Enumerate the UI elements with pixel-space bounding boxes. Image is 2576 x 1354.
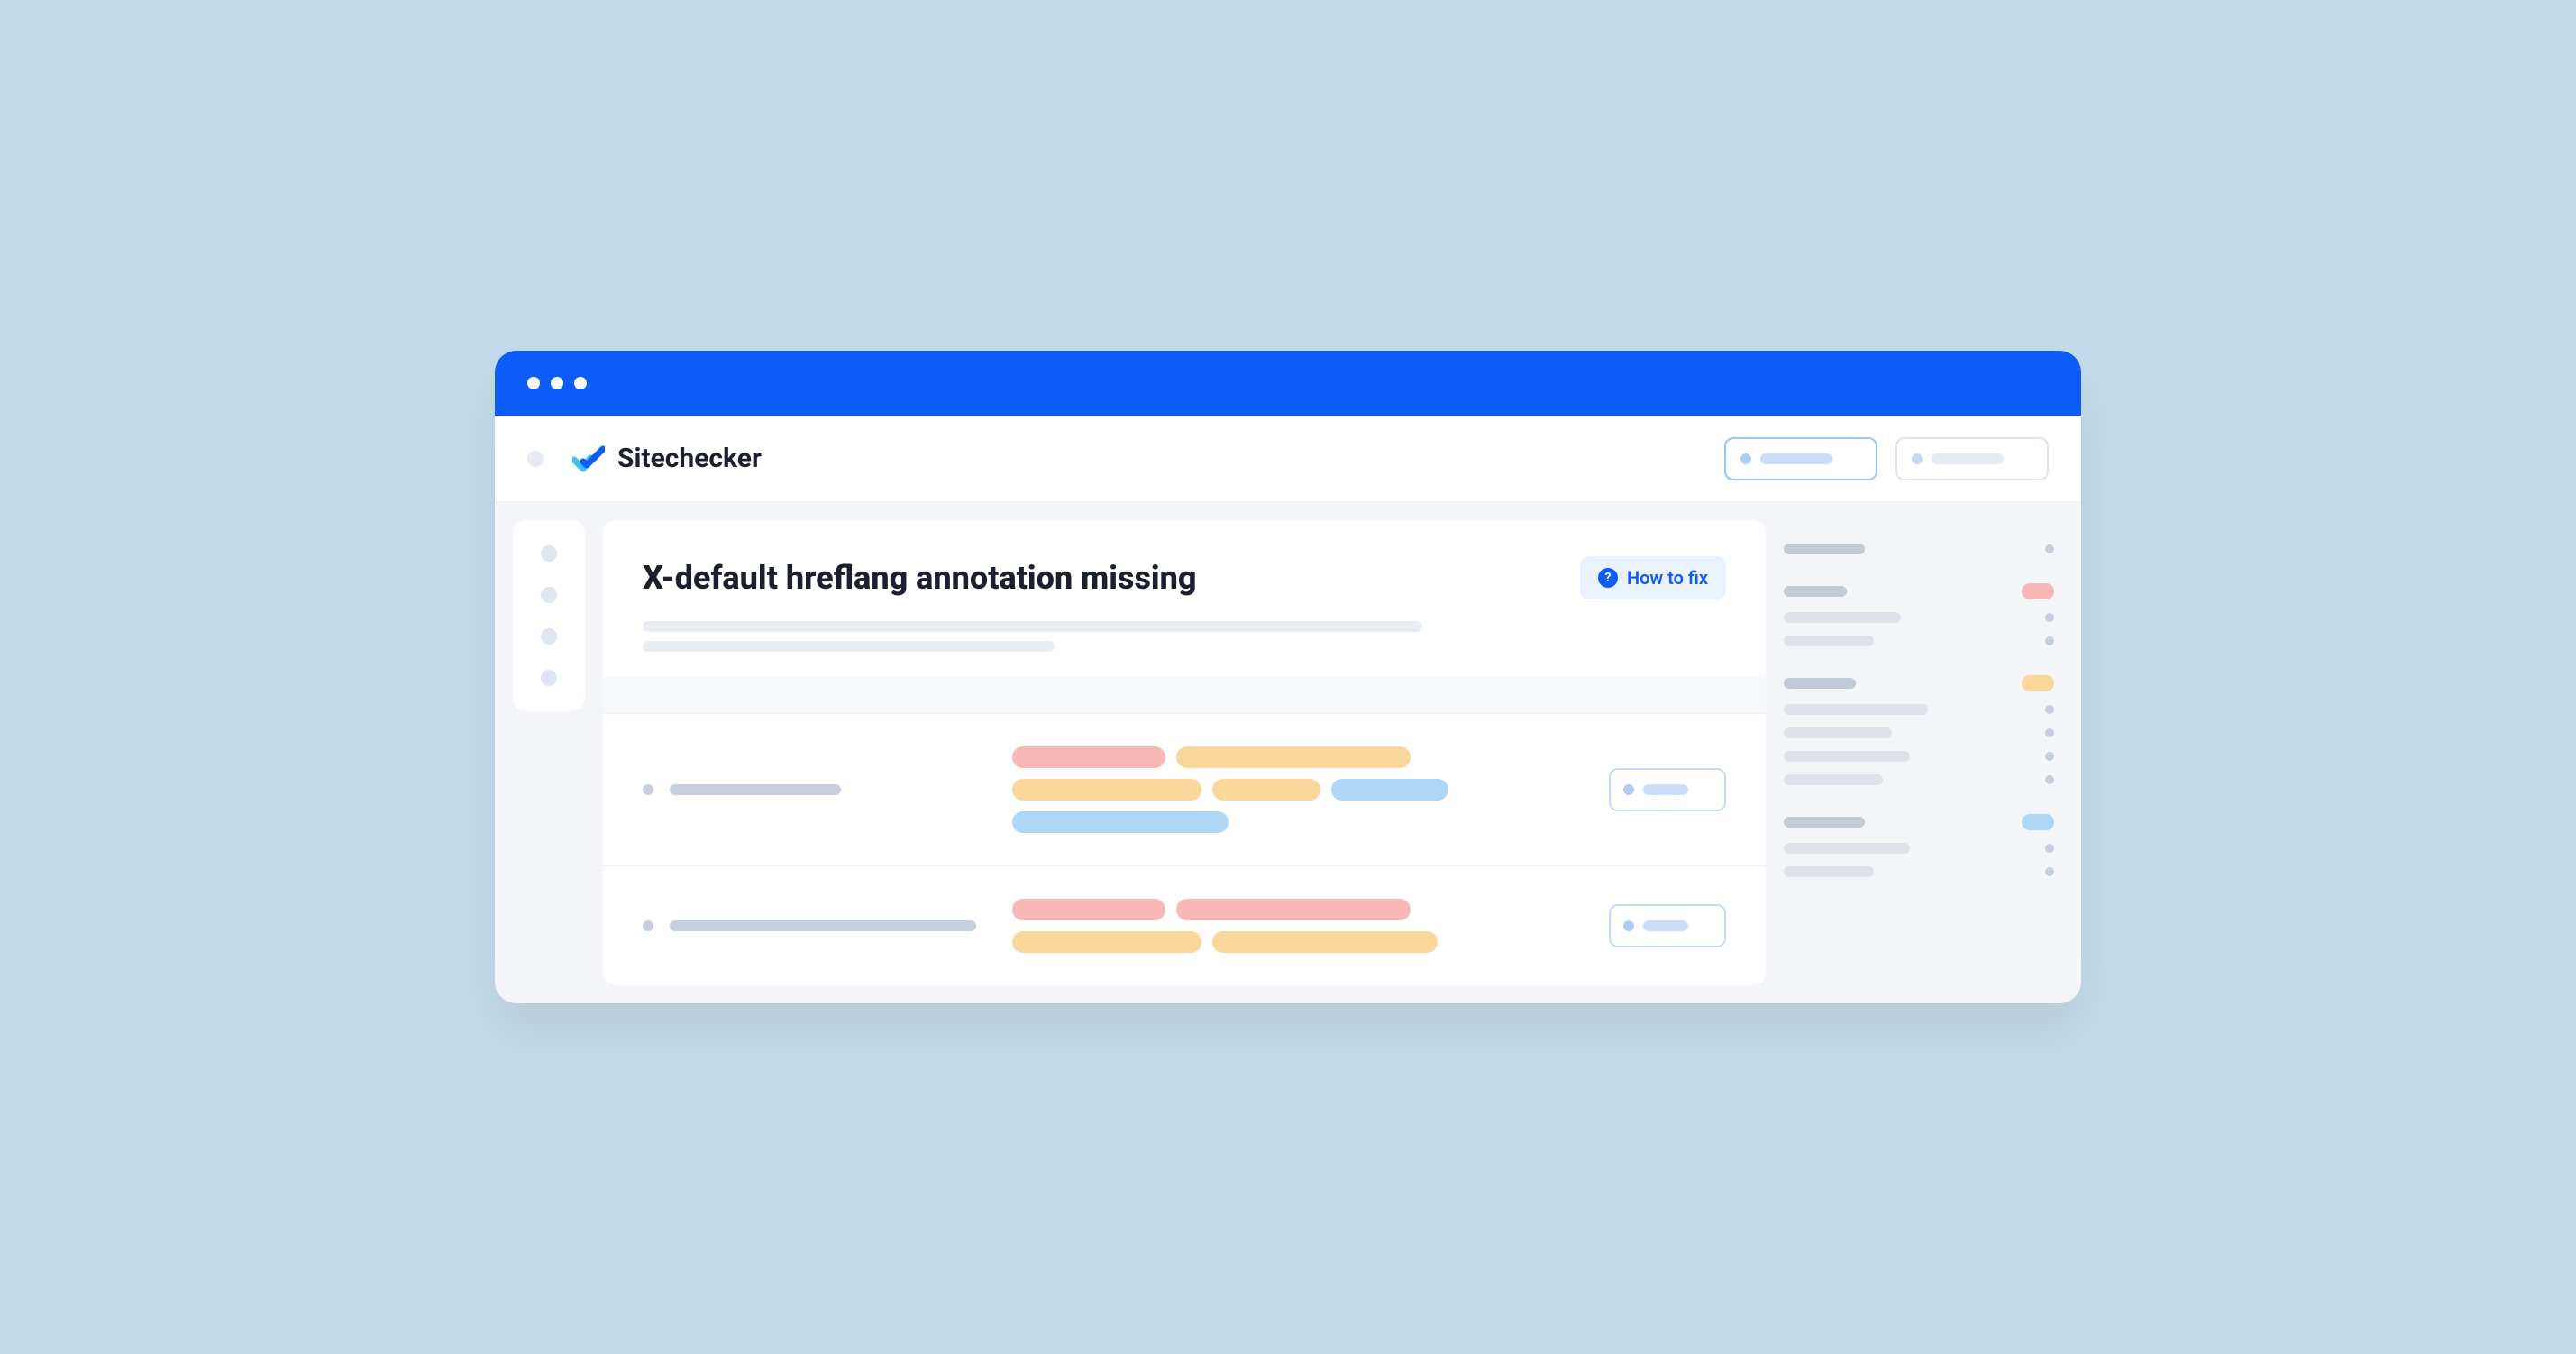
app-window: Sitechecker X-default hreflang annotatio… [495,351,2081,1003]
report-description [643,621,1726,652]
row-status-icon [643,784,653,795]
sidebar-group [1784,675,2054,785]
brand-name: Sitechecker [617,443,762,474]
sidebar-nav [513,520,585,711]
window-titlebar [495,351,2081,416]
menu-icon[interactable] [527,451,544,467]
window-control-maximize[interactable] [574,377,587,389]
header-action-primary[interactable] [1724,437,1877,480]
window-control-close[interactable] [527,377,540,389]
row-tags [1012,899,1582,953]
row-url-placeholder [670,784,841,795]
header-action-secondary[interactable] [1895,437,2049,480]
app-header: Sitechecker [495,416,2081,502]
nav-item[interactable] [541,545,557,562]
report-title: X-default hreflang annotation missing [643,559,1562,597]
window-control-minimize[interactable] [551,377,563,389]
nav-item[interactable] [541,628,557,645]
nav-item[interactable] [541,670,557,686]
sidebar-group [1784,583,2054,646]
issue-row [603,713,1766,865]
report-panel: X-default hreflang annotation missing ? … [603,520,1766,985]
sidebar-group [1784,814,2054,877]
how-to-fix-label: How to fix [1627,567,1708,589]
checkmark-icon [572,445,605,472]
row-tags [1012,746,1582,833]
how-to-fix-button[interactable]: ? How to fix [1580,556,1726,599]
help-icon: ? [1598,568,1618,588]
brand-logo[interactable]: Sitechecker [572,443,762,474]
issue-row [603,865,1766,985]
nav-item[interactable] [541,587,557,603]
row-status-icon [643,920,653,931]
sidebar-group [1784,544,2054,554]
row-url-placeholder [670,920,976,931]
row-action-button[interactable] [1609,904,1726,947]
right-sidebar [1784,520,2063,985]
row-action-button[interactable] [1609,768,1726,811]
